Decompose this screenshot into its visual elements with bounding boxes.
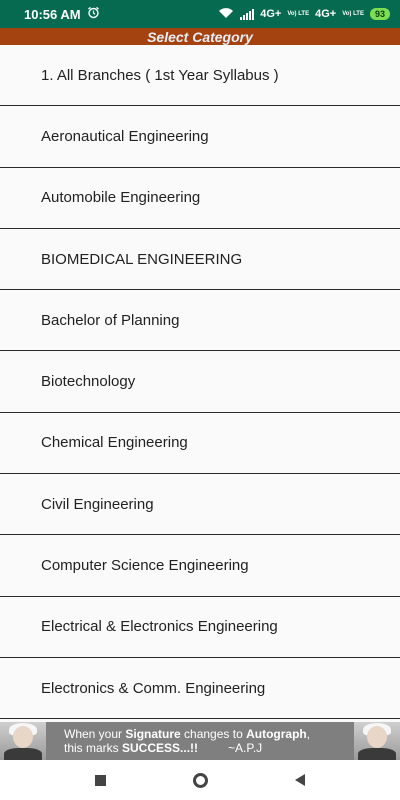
category-list[interactable]: 1. All Branches ( 1st Year Syllabus ) Aer… bbox=[0, 45, 400, 722]
status-time: 10:56 AM bbox=[24, 6, 81, 22]
triangle-back-icon bbox=[295, 774, 305, 786]
avatar-right bbox=[354, 722, 400, 760]
status-bar: 10:56 AM 4G+ Vo) LTE 4G+ Vo) LTE 93 bbox=[0, 0, 400, 28]
volte-1: Vo) LTE bbox=[287, 11, 310, 17]
back-button[interactable] bbox=[284, 764, 316, 796]
network-1: 4G+ bbox=[260, 8, 282, 20]
category-item[interactable]: Electrical & Electronics Engineering bbox=[0, 596, 400, 658]
wifi-icon bbox=[218, 7, 234, 22]
battery-icon: 93 bbox=[369, 8, 390, 20]
system-nav-bar bbox=[0, 760, 400, 800]
home-button[interactable] bbox=[184, 764, 216, 796]
avatar-left bbox=[0, 722, 46, 760]
category-item[interactable]: Computer Science Engineering bbox=[0, 535, 400, 597]
alarm-icon bbox=[87, 6, 100, 22]
ad-banner[interactable]: When your Signature changes to Autograph… bbox=[0, 722, 400, 760]
circle-icon bbox=[192, 772, 208, 788]
page-title: Select Category bbox=[0, 28, 400, 45]
signal-icon bbox=[240, 8, 255, 20]
category-item[interactable]: Chemical Engineering bbox=[0, 412, 400, 475]
category-item[interactable]: Civil Engineering bbox=[0, 474, 400, 536]
banner-line-2: this marks SUCCESS...!! ~A.P.J bbox=[64, 741, 263, 755]
category-item[interactable]: Bachelor of Planning bbox=[0, 290, 400, 352]
network-2: 4G+ bbox=[315, 8, 337, 20]
category-item[interactable]: BIOMEDICAL ENGINEERING bbox=[0, 228, 400, 291]
volte-2: Vo) LTE bbox=[342, 11, 364, 17]
banner-line-1: When your Signature changes to Autograph… bbox=[64, 727, 311, 741]
banner-quote: When your Signature changes to Autograph… bbox=[46, 727, 354, 755]
square-icon bbox=[94, 774, 106, 786]
recents-button[interactable] bbox=[84, 764, 116, 796]
category-item[interactable]: 1. All Branches ( 1st Year Syllabus ) bbox=[0, 45, 400, 107]
status-icons: 4G+ Vo) LTE 4G+ Vo) LTE 93 bbox=[218, 7, 390, 22]
category-item[interactable]: Electronics & Comm. Engineering bbox=[0, 657, 400, 720]
category-item[interactable]: Aeronautical Engineering bbox=[0, 106, 400, 168]
category-item[interactable]: Biotechnology bbox=[0, 351, 400, 413]
category-item[interactable]: Automobile Engineering bbox=[0, 167, 400, 229]
